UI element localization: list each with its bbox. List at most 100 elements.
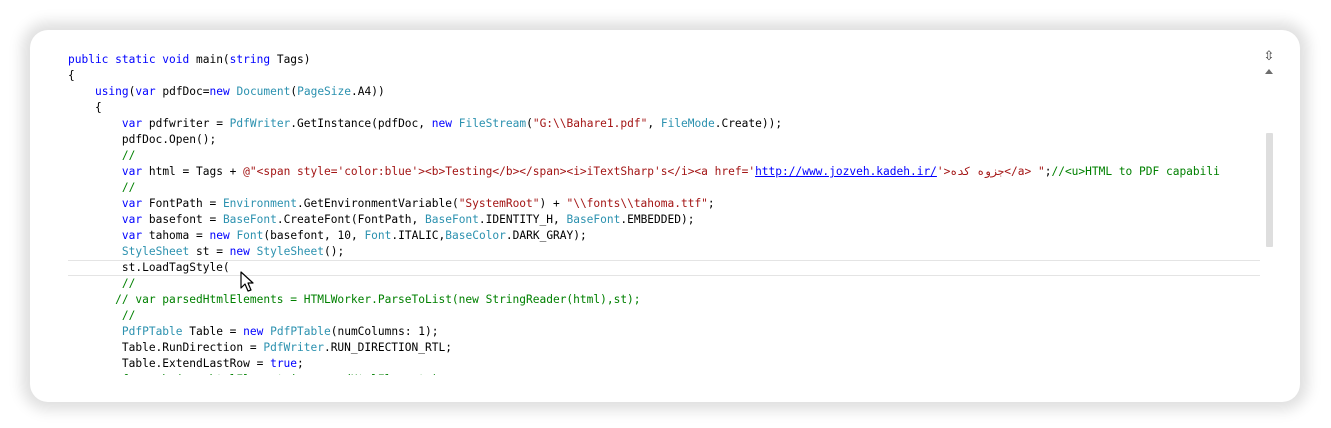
- split-handle-icon[interactable]: ⇳: [1263, 50, 1275, 64]
- code-token: .GetInstance(pdfDoc,: [290, 117, 432, 130]
- code-token: "G:\\Bahare1.pdf": [532, 117, 648, 130]
- code-token: //: [121, 277, 136, 290]
- code-token: //<u>HTML to PDF capabili: [1051, 165, 1220, 178]
- code-token: ,: [647, 117, 661, 130]
- code-token: Table =: [182, 325, 244, 338]
- code-token: new: [209, 85, 230, 98]
- code-token: st.LoadTagStyle(: [68, 261, 230, 274]
- code-token: var: [121, 229, 143, 242]
- code-token: FontPath =: [142, 197, 223, 210]
- code-token: var: [121, 197, 143, 210]
- code-token: .ITALIC,: [391, 229, 446, 242]
- code-token: //: [121, 181, 136, 194]
- scrollbar-thumb[interactable]: [1266, 133, 1273, 247]
- code-token: ();: [324, 245, 345, 258]
- code-token: string: [229, 53, 271, 66]
- code-token: StyleSheet: [121, 245, 190, 258]
- code-line[interactable]: Table.ExtendLastRow = true;: [68, 356, 1260, 372]
- code-token: var: [121, 165, 143, 178]
- code-token: st =: [189, 245, 230, 258]
- scroll-up-arrow-icon[interactable]: [1265, 69, 1273, 74]
- code-token: "SystemRoot": [458, 197, 540, 210]
- code-line[interactable]: var tahoma = new Font(basefont, 10, Font…: [68, 228, 1260, 244]
- code-token: PdfPTable: [121, 325, 183, 338]
- code-token: StyleSheet: [256, 245, 324, 258]
- code-token: .EMBEDDED);: [620, 213, 695, 226]
- code-line[interactable]: //: [68, 148, 1260, 164]
- code-token: (numColumns: 1);: [330, 325, 439, 338]
- code-token: tahoma =: [142, 229, 210, 242]
- code-line[interactable]: var basefont = BaseFont.CreateFont(FontP…: [68, 212, 1260, 228]
- code-line[interactable]: PdfPTable Table = new PdfPTable(numColum…: [68, 324, 1260, 340]
- code-token: pdfDoc.Open();: [68, 133, 217, 146]
- code-token: (basefont, 10,: [263, 229, 365, 242]
- code-token: var: [135, 85, 156, 98]
- code-line[interactable]: var html = Tags + @"<span style='color:b…: [68, 164, 1260, 180]
- code-token: var: [121, 213, 143, 226]
- code-token: BaseFont: [222, 213, 277, 226]
- code-line[interactable]: //: [68, 308, 1260, 324]
- code-token: true: [270, 357, 298, 370]
- code-token: Document: [236, 85, 291, 98]
- code-token: {: [68, 69, 75, 82]
- code-area[interactable]: public static void main(string Tags){ us…: [68, 52, 1260, 375]
- code-line[interactable]: pdfDoc.Open();: [68, 132, 1260, 148]
- code-line[interactable]: {: [68, 100, 1260, 116]
- code-token: .CreateFont(FontPath,: [276, 213, 426, 226]
- code-token: new: [431, 117, 452, 130]
- code-token: html = Tags +: [142, 165, 244, 178]
- code-token: {: [68, 101, 102, 114]
- code-token: .RUN_DIRECTION_RTL;: [323, 341, 452, 354]
- code-line[interactable]: //: [68, 180, 1260, 196]
- code-token: foreach (var htmlElement in parsedHtmlEl…: [122, 373, 439, 375]
- code-line[interactable]: StyleSheet st = new StyleSheet();: [68, 244, 1260, 260]
- code-token: '>جزوه کده</a> ": [936, 165, 1045, 178]
- code-link[interactable]: http://www.jozveh.kadeh.ir/: [755, 165, 937, 178]
- code-token: "\\fonts\\tahoma.ttf": [566, 197, 708, 210]
- code-token: (: [526, 117, 533, 130]
- code-token: PageSize: [297, 85, 351, 98]
- code-token: var: [121, 117, 143, 130]
- code-token: PdfWriter: [229, 117, 291, 130]
- code-line[interactable]: using(var pdfDoc=new Document(PageSize.A…: [68, 84, 1260, 100]
- code-token: BaseColor: [445, 229, 506, 242]
- code-editor[interactable]: public static void main(string Tags){ us…: [52, 51, 1279, 375]
- code-token: .A4)): [351, 85, 385, 98]
- code-line[interactable]: var FontPath = Environment.GetEnvironmen…: [68, 196, 1260, 212]
- code-line[interactable]: // var parsedHtmlElements = HTMLWorker.P…: [68, 292, 1260, 308]
- code-token: Environment: [222, 197, 298, 210]
- code-token: .GetEnvironmentVariable(: [297, 197, 459, 210]
- code-token: BaseFont: [425, 213, 479, 226]
- code-token: Tags): [270, 53, 311, 66]
- code-token: pdfwriter =: [142, 117, 230, 130]
- code-token: PdfPTable: [270, 325, 331, 338]
- code-token: Font: [364, 229, 392, 242]
- code-line[interactable]: Table.RunDirection = PdfWriter.RUN_DIREC…: [68, 340, 1260, 356]
- code-token: PdfWriter: [263, 341, 324, 354]
- code-token: new: [229, 245, 250, 258]
- code-token: ) +: [539, 197, 567, 210]
- code-line[interactable]: public static void main(string Tags): [68, 52, 1260, 68]
- code-line[interactable]: foreach (var htmlElement in parsedHtmlEl…: [68, 372, 1260, 375]
- code-token: BaseFont: [566, 213, 621, 226]
- code-line[interactable]: var pdfwriter = PdfWriter.GetInstance(pd…: [68, 116, 1260, 132]
- code-token: ;: [707, 197, 715, 210]
- code-line[interactable]: {: [68, 68, 1260, 84]
- code-token: main(: [189, 53, 230, 66]
- code-token: .Create));: [714, 117, 783, 130]
- code-token: .DARK_GRAY);: [505, 229, 587, 242]
- code-token: Font: [236, 229, 264, 242]
